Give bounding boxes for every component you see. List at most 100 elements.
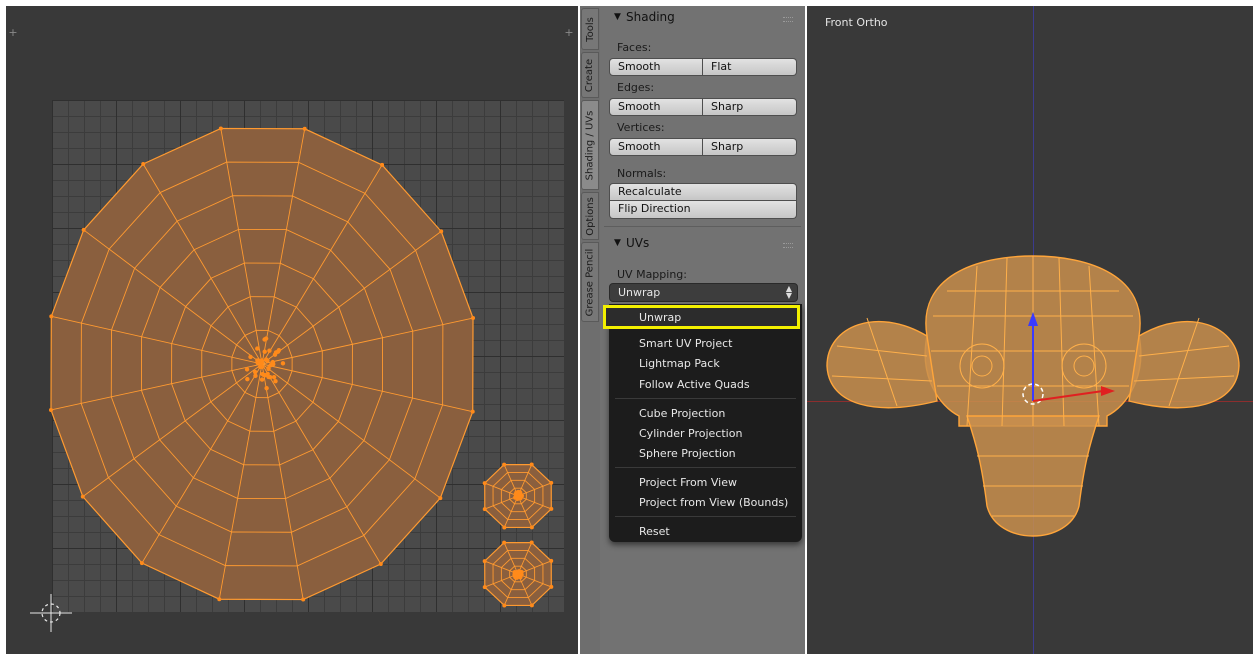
eye-island-upper-vertex — [483, 481, 487, 485]
menu-item-lightmap-pack[interactable]: Lightmap Pack — [639, 357, 720, 370]
head-island-vertex — [253, 370, 257, 374]
eye-island-upper-vertex — [517, 493, 521, 497]
head-island-vertex — [264, 357, 268, 361]
eye-island-lower-vertex — [530, 541, 534, 545]
eye-island-upper-vertex — [514, 494, 518, 498]
head-island-vertex — [82, 228, 86, 232]
normals-label: Normals: — [617, 167, 666, 180]
eye-island-upper-vertex — [530, 525, 534, 529]
vertices-smooth-button[interactable]: Smooth — [609, 138, 703, 156]
head-island-vertex — [217, 597, 221, 601]
head-island-vertex — [380, 163, 384, 167]
vertices-sharp-button[interactable]: Sharp — [703, 138, 797, 156]
unwrap-highlight[interactable]: Unwrap — [603, 305, 800, 329]
uv-mesh[interactable] — [6, 6, 578, 654]
head-island-vertex — [264, 386, 268, 390]
uv-editor[interactable]: + + — [6, 6, 578, 654]
head-island-vertex — [49, 408, 53, 412]
menu-item-unwrap[interactable]: Unwrap — [639, 311, 681, 324]
eye-island-upper-vertex — [502, 463, 506, 467]
eye-island-upper-vertex — [530, 463, 534, 467]
head-island-vertex — [245, 367, 249, 371]
edges-smooth-button[interactable]: Smooth — [609, 98, 703, 116]
uvs-panel-title: UVs — [626, 236, 649, 250]
menu-item-project-from-view-bounds[interactable]: Project from View (Bounds) — [639, 496, 788, 509]
edges-sharp-button[interactable]: Sharp — [703, 98, 797, 116]
drag-grip-icon[interactable] — [783, 17, 793, 22]
head-island-vertex — [301, 598, 305, 602]
eye-island-upper-vertex — [549, 481, 553, 485]
head-island-vertex — [438, 496, 442, 500]
uv-mapping-value: Unwrap — [618, 286, 660, 299]
tab-shading-uvs[interactable]: Shading / UVs — [581, 100, 599, 190]
head-island-vertex — [439, 229, 443, 233]
head-island-vertex — [471, 410, 475, 414]
head-island-vertex — [262, 337, 266, 341]
tab-options[interactable]: Options — [581, 192, 599, 240]
head-island-vertex — [260, 372, 264, 376]
flip-direction-button[interactable]: Flip Direction — [609, 201, 797, 219]
menu-item-reset[interactable]: Reset — [639, 525, 670, 538]
head-island-vertex — [273, 379, 277, 383]
head-island-vertex — [272, 375, 276, 379]
uvs-panel-header[interactable]: ▼ UVs — [604, 234, 801, 254]
menu-item-follow-active-quads[interactable]: Follow Active Quads — [639, 378, 750, 391]
eye-island-lower-vertex — [502, 541, 506, 545]
head-island-vertex — [267, 349, 271, 353]
head-island-vertex — [255, 346, 259, 350]
tab-tools[interactable]: Tools — [581, 8, 599, 50]
uv-mapping-label: UV Mapping: — [617, 268, 687, 281]
eye-island-lower-vertex — [517, 570, 521, 574]
eye-island-lower-vertex — [483, 585, 487, 589]
drag-grip-icon[interactable] — [783, 243, 793, 248]
menu-separator — [615, 398, 796, 399]
suzanne-mesh[interactable] — [807, 6, 1253, 654]
head-island-vertex — [253, 374, 257, 378]
edges-label: Edges: — [617, 81, 654, 94]
head-island-vertex — [281, 361, 285, 365]
menu-item-smart-uv-project[interactable]: Smart UV Project — [639, 337, 732, 350]
panel-divider — [604, 226, 801, 227]
menu-item-cube-projection[interactable]: Cube Projection — [639, 407, 725, 420]
eye-island-lower-vertex — [513, 571, 517, 575]
updown-arrows-icon: ▲ ▼ — [786, 285, 792, 299]
menu-item-cylinder-projection[interactable]: Cylinder Projection — [639, 427, 742, 440]
shading-panel-header[interactable]: ▼ Shading — [604, 8, 801, 28]
menu-item-sphere-projection[interactable]: Sphere Projection — [639, 447, 736, 460]
head-island-vertex — [379, 562, 383, 566]
eye-island-lower-vertex — [483, 559, 487, 563]
head-island-vertex — [303, 127, 307, 131]
tab-grease-pencil[interactable]: Grease Pencil — [581, 242, 599, 322]
head-island-vertex — [273, 352, 277, 356]
uv-mapping-select[interactable]: Unwrap ▲ ▼ — [609, 283, 798, 302]
eye-island-upper-vertex — [549, 507, 553, 511]
head-island-vertex — [219, 126, 223, 130]
recalculate-button[interactable]: Recalculate — [609, 183, 797, 201]
faces-smooth-button[interactable]: Smooth — [609, 58, 703, 76]
head-island-vertex — [49, 314, 53, 318]
eye-island-lower-vertex — [549, 585, 553, 589]
faces-label: Faces: — [617, 41, 651, 54]
menu-separator — [615, 516, 796, 517]
head-island-vertex — [140, 561, 144, 565]
tool-tabs: Tools Create Shading / UVs Options Greas… — [580, 6, 600, 654]
eye-island-lower-vertex — [549, 559, 553, 563]
head-island-vertex — [263, 350, 267, 354]
shading-panel-title: Shading — [626, 10, 675, 24]
collapse-triangle-icon: ▼ — [614, 12, 621, 22]
head-island-vertex — [248, 355, 252, 359]
head-island-vertex — [260, 377, 264, 381]
head-island-vertex — [260, 361, 264, 365]
tab-create[interactable]: Create — [581, 52, 599, 98]
head-island-vertex — [81, 495, 85, 499]
head-island-vertex — [268, 363, 272, 367]
head-island-vertex — [141, 162, 145, 166]
faces-flat-button[interactable]: Flat — [703, 58, 797, 76]
eye-island-lower-vertex — [502, 603, 506, 607]
menu-item-project-from-view[interactable]: Project From View — [639, 476, 737, 489]
3d-viewport[interactable]: Front Ortho — [807, 6, 1253, 654]
eye-island-upper-vertex — [502, 525, 506, 529]
head-island-vertex — [245, 377, 249, 381]
eye-island-lower-vertex — [530, 603, 534, 607]
vertices-label: Vertices: — [617, 121, 665, 134]
